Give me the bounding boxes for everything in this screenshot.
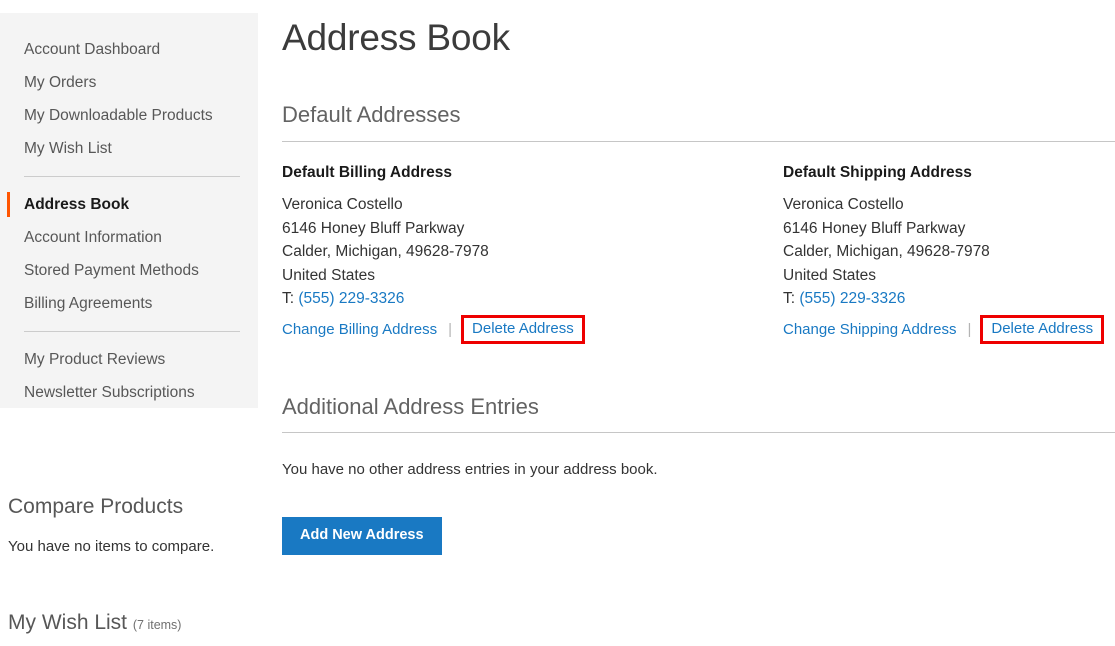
shipping-country: United States	[783, 266, 877, 284]
sidebar-item-newsletter-subscriptions[interactable]: Newsletter Subscriptions	[0, 376, 258, 409]
sidebar-item-label: Billing Agreements	[24, 295, 153, 312]
action-separator: |	[967, 320, 972, 338]
sidebar-item-stored-payment-methods[interactable]: Stored Payment Methods	[0, 254, 258, 287]
additional-addresses-title: Additional Address Entries	[282, 394, 1115, 434]
sidebar-item-billing-agreements[interactable]: Billing Agreements	[0, 287, 258, 320]
billing-phone-link[interactable]: (555) 229-3326	[298, 290, 404, 307]
sidebar: Account Dashboard My Orders My Downloada…	[0, 0, 258, 646]
billing-street: 6146 Honey Bluff Parkway	[282, 219, 465, 237]
default-shipping-address-heading: Default Shipping Address	[783, 163, 972, 181]
billing-city-region-zip: Calder, Michigan, 49628-7978	[282, 243, 489, 261]
default-billing-address-card: Default Billing Address Veronica Costell…	[282, 164, 783, 344]
delete-billing-address-link[interactable]: Delete Address	[472, 320, 574, 337]
account-nav-panel: Account Dashboard My Orders My Downloada…	[0, 13, 258, 408]
sidebar-item-label: My Downloadable Products	[24, 107, 213, 124]
sidebar-item-label: My Product Reviews	[24, 351, 166, 368]
sidebar-item-my-wish-list[interactable]: My Wish List	[0, 132, 258, 165]
default-addresses-columns: Default Billing Address Veronica Costell…	[282, 164, 1115, 344]
sidebar-item-label: Account Information	[24, 229, 162, 246]
shipping-address-actions: Change Shipping Address | Delete Address	[783, 314, 1115, 344]
wishlist-title-label: My Wish List	[8, 611, 128, 634]
sidebar-item-account-information[interactable]: Account Information	[0, 221, 258, 254]
main-content: Address Book Default Addresses Default B…	[282, 0, 1115, 646]
sidebar-item-label: My Orders	[24, 74, 97, 91]
billing-phone-row: T: (555) 229-3326	[282, 287, 783, 311]
sidebar-item-label: Stored Payment Methods	[24, 262, 199, 279]
default-shipping-address-card: Default Shipping Address Veronica Costel…	[783, 164, 1115, 344]
delete-shipping-address-highlight: Delete Address	[980, 314, 1105, 344]
additional-addresses-block: Additional Address Entries You have no o…	[282, 394, 1115, 555]
billing-phone-prefix: T:	[282, 290, 295, 308]
shipping-city-region-zip: Calder, Michigan, 49628-7978	[783, 243, 990, 261]
add-new-address-button[interactable]: Add New Address	[282, 517, 442, 555]
change-billing-address-link[interactable]: Change Billing Address	[282, 318, 437, 341]
sidebar-item-my-orders[interactable]: My Orders	[0, 66, 258, 99]
delete-shipping-address-link[interactable]: Delete Address	[991, 320, 1093, 337]
wishlist-title: My Wish List (7 items)	[8, 611, 240, 634]
billing-address-actions: Change Billing Address | Delete Address	[282, 314, 783, 344]
billing-country: United States	[282, 266, 376, 284]
wishlist-widget: My Wish List (7 items)	[0, 611, 258, 634]
additional-addresses-empty-text: You have no other address entries in you…	[282, 461, 658, 479]
change-shipping-address-link[interactable]: Change Shipping Address	[783, 318, 956, 341]
compare-products-empty-text: You have no items to compare.	[8, 538, 215, 556]
wishlist-item-count: (7 items)	[132, 618, 182, 632]
shipping-phone-prefix: T:	[783, 290, 796, 308]
default-addresses-block: Default Addresses Default Billing Addres…	[282, 102, 1115, 344]
default-billing-address-heading: Default Billing Address	[282, 163, 452, 181]
billing-name: Veronica Costello	[282, 196, 403, 214]
nav-divider	[24, 331, 240, 332]
shipping-phone-link[interactable]: (555) 229-3326	[799, 290, 905, 307]
page-title: Address Book	[282, 17, 510, 58]
shipping-street: 6146 Honey Bluff Parkway	[783, 219, 966, 237]
sidebar-item-label: Account Dashboard	[24, 41, 161, 58]
action-separator: |	[448, 320, 453, 338]
nav-divider	[24, 176, 240, 177]
sidebar-item-my-downloadable-products[interactable]: My Downloadable Products	[0, 99, 258, 132]
shipping-phone-row: T: (555) 229-3326	[783, 287, 1115, 311]
delete-billing-address-highlight: Delete Address	[461, 314, 585, 344]
sidebar-item-my-product-reviews[interactable]: My Product Reviews	[0, 343, 258, 376]
sidebar-item-label: Newsletter Subscriptions	[24, 384, 195, 401]
sidebar-item-label: My Wish List	[24, 140, 112, 157]
shipping-name: Veronica Costello	[783, 196, 904, 214]
sidebar-item-account-dashboard[interactable]: Account Dashboard	[0, 33, 258, 66]
sidebar-item-address-book[interactable]: Address Book	[0, 188, 258, 221]
account-navigation: Account Dashboard My Orders My Downloada…	[0, 13, 258, 409]
sidebar-item-label: Address Book	[24, 196, 130, 213]
default-addresses-title: Default Addresses	[282, 102, 1115, 142]
compare-products-widget: Compare Products You have no items to co…	[0, 495, 258, 555]
compare-products-title: Compare Products	[8, 495, 184, 518]
